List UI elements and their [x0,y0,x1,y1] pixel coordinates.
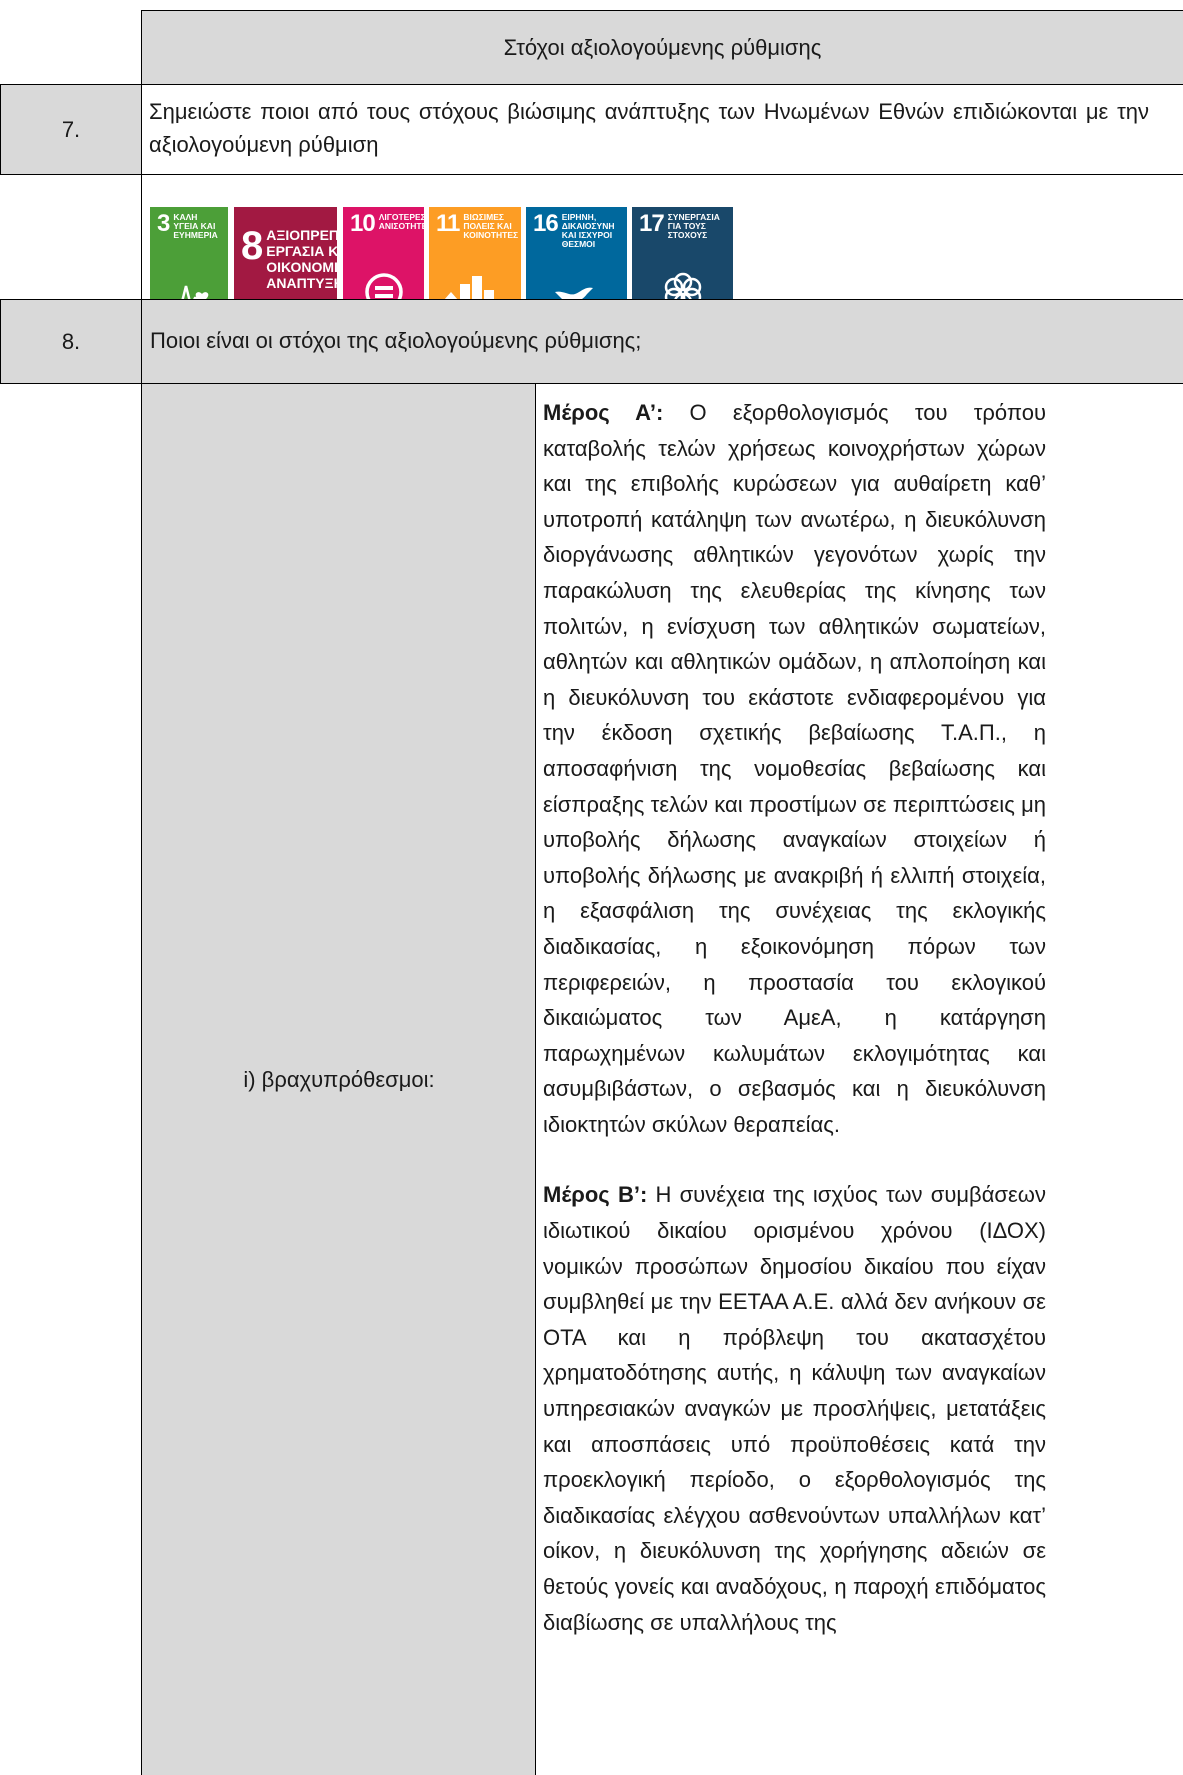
page-title: Στόχοι αξιολογούμενης ρύθμισης [503,34,822,60]
short-term-label: i) βραχυπρόθεσμοι: [243,1066,435,1092]
row-7-question: Σημειώστε ποιοι από τους στόχους βιώσιμη… [149,99,1149,157]
grid-line [142,84,1183,85]
sdg-11-label: ΒΙΩΣΙΜΕΣ ΠΟΛΕΙΣ ΚΑΙ ΚΟΙΝΟΤΗΤΕΣ [463,212,519,240]
row-8-number-cell: 8. [0,299,142,383]
short-term-label-cell: i) βραχυπρόθεσμοι: [142,383,536,1775]
sdg-3-number: 3 [157,210,170,237]
row-8-question-cell: Ποιοι είναι οι στόχοι της αξιολογούμενης… [142,299,1183,383]
grid-line [535,383,536,1775]
part-a-paragraph: Μέρος Α’: Ο εξορθολογισμός του τρόπου κα… [543,395,1046,1142]
part-b-text: Η συνέχεια της ισχύος των συμβάσεων ιδιω… [543,1182,1046,1635]
sdg-8-label: ΑΞΙΟΠΡΕΠΗΣ ΕΡΓΑΣΙΑ ΚΑΙ ΟΙΚΟΝΟΜΙΚΗ ΑΝΑΠΤΥ… [266,227,337,291]
grid-line [0,84,1,174]
row-8-number: 8. [61,328,81,354]
row-7-question-cell: Σημειώστε ποιοι από τους στόχους βιώσιμη… [142,84,1183,174]
sdg-11-number: 11 [436,210,460,237]
grid-line [0,84,142,85]
header-cell: Στόχοι αξιολογούμενης ρύθμισης [142,10,1183,84]
grid-line [141,10,142,1775]
grid-line [0,299,1183,300]
grid-line [142,10,1183,11]
sdg-17-number: 17 [639,210,665,237]
row-7-number-cell: 7. [0,84,142,174]
part-b-paragraph: Μέρος Β’: Η συνέχεια της ισχύος των συμβ… [543,1177,1046,1640]
sdg-16-number: 16 [533,210,559,237]
sdg-8-number: 8 [241,224,263,268]
part-a-text: Ο εξορθολογισμός του τρόπου καταβολής τε… [543,400,1046,1137]
sdg-10-label: ΛΙΓΟΤΕΡΕΣ ΑΝΙΣΟΤΗΤΕΣ [378,212,424,231]
row-8-question: Ποιοι είναι οι στόχοι της αξιολογούμενης… [150,328,642,353]
short-term-goals-cell: Μέρος Α’: Ο εξορθολογισμός του τρόπου κα… [536,383,1183,1775]
sdg-3-label: ΚΑΛΗ ΥΓΕΙΑ ΚΑΙ ΕΥΗΜΕΡΙΑ [173,212,218,240]
part-b-heading: Μέρος Β’: [543,1182,648,1208]
grid-line [0,299,1,383]
grid-line [0,174,1183,175]
sdg-16-label: ΕΙΡΗΝΗ, ΔΙΚΑΙΟΣΥΝΗ ΚΑΙ ΙΣΧΥΡΟΙ ΘΕΣΜΟΙ [561,212,615,249]
row-7-number: 7. [61,116,81,142]
grid-line [0,383,1183,384]
part-a-heading: Μέρος Α’: [543,400,664,425]
sdg-17-label: ΣΥΝΕΡΓΑΣΙΑ ΓΙΑ ΤΟΥΣ ΣΤΟΧΟΥΣ [667,212,720,240]
sdg-10-number: 10 [350,210,376,237]
